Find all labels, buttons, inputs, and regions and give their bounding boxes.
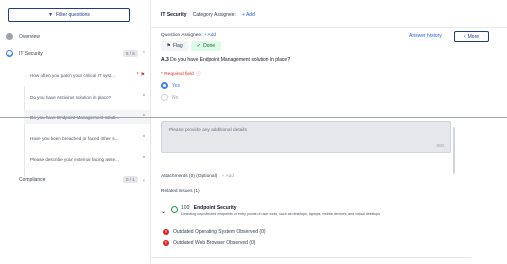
- related-issues-label: Related issues (1): [161, 189, 200, 194]
- finding-label: Outdated Web Browser Observed (0): [173, 240, 256, 246]
- overview-label: Overview: [19, 33, 40, 40]
- radio-unselected-icon: [161, 94, 168, 101]
- tab-it-security[interactable]: IT Security: [161, 12, 187, 18]
- question-item[interactable]: Do you have Antivirus solution in place?…: [30, 94, 145, 100]
- info-icon: [6, 33, 13, 40]
- score-ring-icon: [171, 206, 179, 213]
- flag-icon: ⚑: [140, 72, 145, 78]
- details-placeholder: Please provide any additional details: [169, 128, 247, 133]
- finding-label: Outdated Operating System Observed (0): [173, 229, 266, 235]
- more-button[interactable]: ‹ More: [454, 31, 489, 42]
- info-icon: ⓘ: [195, 72, 201, 77]
- more-label: More: [467, 33, 480, 40]
- chevron-down-icon[interactable]: ⌄: [142, 177, 146, 183]
- category-assignee-label: Category Assignee:: [192, 12, 236, 18]
- horizontal-rule: [0, 117, 507, 118]
- question-add-link[interactable]: + Add: [204, 33, 216, 38]
- question-text: How often you patch your critical IT sys…: [30, 72, 115, 78]
- question-item[interactable]: Have you been breached or faced other s.…: [30, 135, 145, 141]
- category-add-link[interactable]: + Add: [242, 12, 255, 18]
- radio-selected-icon: [161, 82, 168, 89]
- flag-label: Flag: [172, 43, 183, 49]
- section-count: 5 / 5: [123, 50, 138, 57]
- option-label: Yes: [172, 82, 181, 89]
- compliance-count: 0 / 1: [123, 176, 138, 183]
- char-count: 500: [436, 143, 444, 148]
- done-label: Done: [203, 43, 216, 49]
- bottom-divider: [151, 257, 471, 258]
- chevron-left-icon: ‹: [463, 33, 466, 40]
- sidebar-item-overview[interactable]: Overview: [6, 33, 146, 40]
- error-icon: ×: [163, 228, 169, 235]
- required-field-note: * Required field ⓘ: [161, 70, 201, 77]
- question-text: Do you have Antivirus solution in place?: [30, 94, 112, 100]
- sidebar-section-compliance[interactable]: Compliance 0 / 1 ⌄: [6, 176, 146, 183]
- scrollbar[interactable]: [453, 127, 455, 174]
- required-marker: *: [143, 94, 145, 100]
- question-item[interactable]: How often you patch your critical IT sys…: [30, 72, 145, 78]
- error-icon: ×: [163, 239, 169, 246]
- flag-button[interactable]: ⚑ Flag: [161, 41, 188, 51]
- question-title: A.3 Do you have Endpoint Management solu…: [161, 57, 290, 63]
- issue-title: Endpoint Security: [193, 205, 237, 211]
- section-spacer: [6, 176, 13, 183]
- sidebar: ▼ Filter questions Overview IT Security …: [0, 0, 151, 264]
- flag-icon: ⚑: [166, 43, 171, 49]
- finding-item[interactable]: × Outdated Operating System Observed (0): [163, 229, 266, 235]
- question-item[interactable]: Please describe your external facing ass…: [30, 156, 145, 162]
- option-label: No: [172, 94, 179, 101]
- attachments-row: Attachments (0) (Optional) + Add: [161, 174, 234, 179]
- option-no[interactable]: No: [161, 94, 178, 101]
- required-marker: *: [143, 135, 145, 141]
- filter-label: Filter questions: [56, 12, 90, 18]
- filter-icon: ▼: [48, 12, 54, 18]
- check-icon: ✓: [196, 43, 202, 49]
- question-text: Have you been breached or faced other s.…: [30, 135, 119, 141]
- header-divider: [151, 27, 507, 28]
- required-marker: *: [136, 72, 139, 78]
- required-label: * Required field: [161, 72, 194, 77]
- issue-score: 100: [181, 205, 190, 211]
- chevron-down-icon[interactable]: ⌄: [161, 208, 166, 215]
- issue-description: Detecting unprotected endpoints or entry…: [181, 212, 381, 216]
- required-marker: *: [143, 156, 145, 162]
- header-tabs: IT Security Category Assignee: + Add: [161, 12, 255, 18]
- done-button[interactable]: ✓ Done: [191, 41, 221, 51]
- compliance-label: Compliance: [19, 176, 46, 183]
- chevron-up-icon[interactable]: ⌃: [142, 51, 146, 57]
- sidebar-section-it-security[interactable]: IT Security 5 / 5 ⌃: [6, 50, 146, 57]
- section-label: IT Security: [19, 50, 43, 57]
- main-panel: IT Security Category Assignee: + Add Que…: [151, 0, 507, 264]
- question-text: Please describe your external facing ass…: [30, 156, 119, 162]
- question-tree-line: [24, 86, 25, 177]
- attachments-add-link[interactable]: + Add: [222, 174, 234, 179]
- answer-history-link[interactable]: Answer history: [409, 33, 442, 39]
- filter-questions-button[interactable]: ▼ Filter questions: [8, 8, 130, 22]
- finding-item[interactable]: × Outdated Web Browser Observed (0): [163, 240, 255, 246]
- option-yes[interactable]: Yes: [161, 82, 180, 89]
- question-assignee: Question Assignee: + Add: [161, 33, 216, 38]
- question-text: Do you have Endpoint Management solution…: [170, 57, 290, 63]
- check-circle-icon: [6, 50, 13, 57]
- question-assignee-label: Question Assignee:: [161, 33, 203, 38]
- related-issue[interactable]: ⌄ 100 Endpoint Security Detecting unprot…: [161, 205, 380, 216]
- additional-details-textarea[interactable]: Please provide any additional details 50…: [161, 121, 451, 153]
- question-number: A.3: [161, 57, 169, 63]
- attachments-label: Attachments (0) (Optional): [161, 174, 218, 179]
